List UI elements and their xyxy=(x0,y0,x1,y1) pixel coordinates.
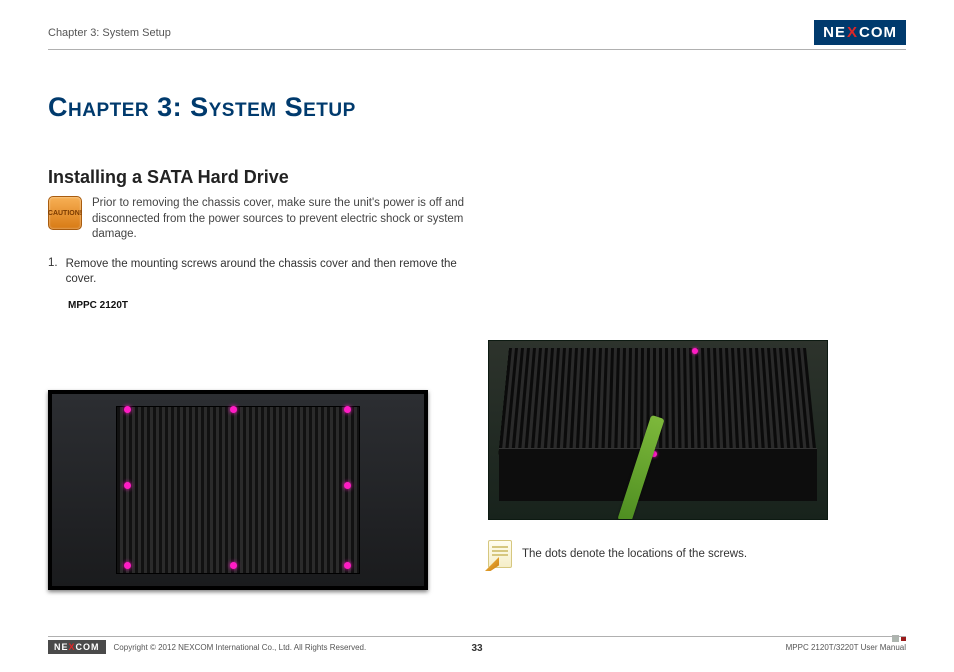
brand-logo: NEXCOM xyxy=(814,20,906,45)
copyright-text: Copyright © 2012 NEXCOM International Co… xyxy=(114,643,367,652)
model-label: MPPC 2120T xyxy=(68,300,906,311)
page-header: Chapter 3: System Setup NEXCOM xyxy=(48,20,906,50)
caution-callout: CAUTION! Prior to removing the chassis c… xyxy=(48,196,468,243)
screw-marker-icon xyxy=(124,406,131,413)
doc-reference: MPPC 2120T/3220T User Manual xyxy=(786,643,906,652)
heatsink-fins xyxy=(116,406,359,574)
figure-right-column: The dots denote the locations of the scr… xyxy=(488,340,848,590)
note-icon xyxy=(488,540,512,568)
screw-marker-icon xyxy=(124,562,131,569)
chassis-base xyxy=(499,448,817,501)
section-heading: Installing a SATA Hard Drive xyxy=(48,167,906,188)
chapter-title: Chapter 3: System Setup xyxy=(48,92,906,123)
figure-chassis-rear xyxy=(48,390,428,590)
logo-part-x: X xyxy=(847,24,858,41)
footer-logo-pre: NE xyxy=(54,642,69,652)
step-number: 1. xyxy=(48,257,58,288)
note-callout: The dots denote the locations of the scr… xyxy=(488,540,848,568)
logo-part-pre: NE xyxy=(823,24,846,41)
page-number: 33 xyxy=(471,643,482,654)
figure-screwdriver-closeup xyxy=(488,340,828,520)
logo-part-post: COM xyxy=(859,24,897,41)
screw-marker-icon xyxy=(124,482,131,489)
caution-icon: CAUTION! xyxy=(48,196,82,230)
note-text: The dots denote the locations of the scr… xyxy=(522,548,747,560)
footer-logo-x: X xyxy=(69,642,76,652)
caution-text: Prior to removing the chassis cover, mak… xyxy=(92,196,468,243)
header-breadcrumb: Chapter 3: System Setup xyxy=(48,27,171,39)
footer-logo-post: COM xyxy=(76,642,100,652)
footer-logo: NEXCOM xyxy=(48,640,106,654)
step-text: Remove the mounting screws around the ch… xyxy=(66,257,488,288)
step-item: 1. Remove the mounting screws around the… xyxy=(48,257,488,288)
screw-marker-icon xyxy=(692,348,698,354)
